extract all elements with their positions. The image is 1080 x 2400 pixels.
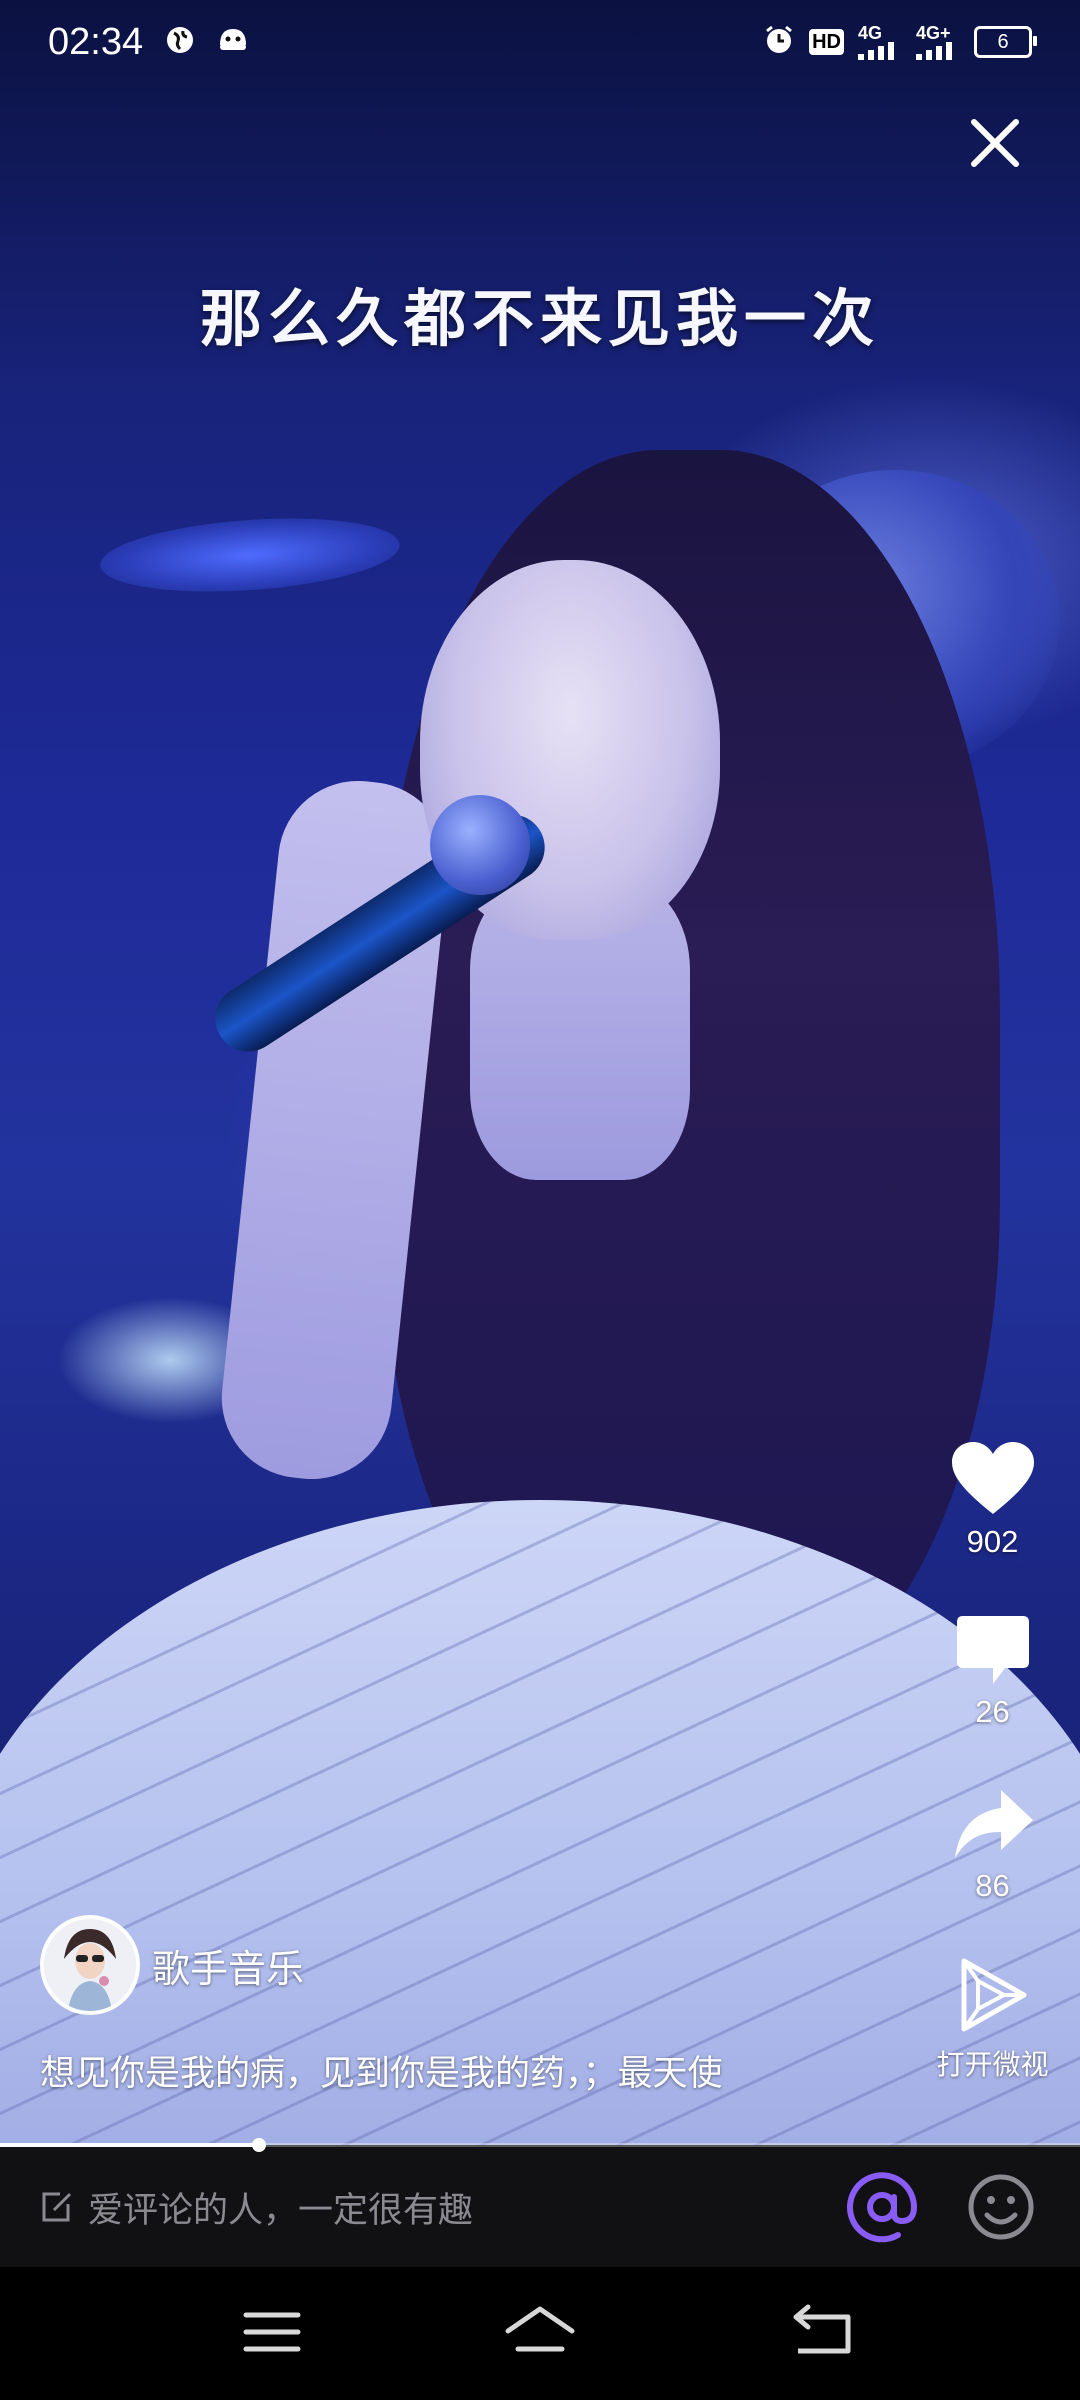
comment-button[interactable]: 26 [930,1612,1055,1730]
video-progress-fill [0,2143,260,2147]
network-label-1: 4G [858,23,883,43]
share-count: 86 [975,1868,1010,1903]
author-info: 歌手音乐 [40,1915,304,2015]
share-button[interactable]: 86 [930,1786,1055,1904]
menu-icon [243,2312,301,2352]
status-left: 02:34 [48,21,249,64]
comment-input[interactable]: 爱评论的人，一定很有趣 [40,2171,800,2243]
video-frame-cymbal [97,509,403,601]
network-label-2: 4G+ [916,23,951,43]
back-icon [793,2304,851,2354]
author-avatar[interactable] [40,1915,140,2015]
comment-count: 26 [975,1694,1010,1729]
battery-level: 6 [997,30,1009,53]
comment-bar: 爱评论的人，一定很有趣 [0,2147,1080,2267]
app-notification-icon [217,25,249,59]
alarm-icon [763,24,795,61]
network-indicator-1: 4G [858,24,902,60]
status-bar: 02:34 HD 4G 4G+ 6 [0,0,1080,84]
edit-icon [42,2192,72,2222]
video-progress-bar[interactable] [0,2138,1080,2152]
status-time: 02:34 [48,20,144,63]
avatar-portrait-icon [44,1919,136,2011]
smiley-icon [968,2174,1034,2240]
open-app-button[interactable]: 打开微视 [920,1955,1065,2083]
network-indicator-2: 4G+ [916,24,960,60]
emoji-button[interactable] [965,2167,1037,2247]
video-frame-microphone-head [430,795,530,895]
share-arrow-icon [954,1790,1033,1858]
video-player[interactable]: 那么久都不来见我一次 [0,0,1080,2145]
play-triangle-icon [961,1958,1026,2032]
like-button[interactable]: 902 [930,1438,1055,1560]
hd-badge: HD [809,29,844,55]
heart-icon [951,1442,1034,1514]
system-nav-bar [0,2267,1080,2400]
video-subtitle: 那么久都不来见我一次 [199,282,880,355]
nav-back-button[interactable] [784,2297,864,2367]
nav-home-button[interactable] [500,2297,580,2367]
app-screen: 那么久都不来见我一次 02:34 HD 4G 4G+ 6 902 26 86 打… [0,0,1080,2400]
globe-icon [165,25,195,59]
video-caption[interactable]: 想见你是我的病，见到你是我的药，；最天使 [40,2045,920,2096]
status-right: HD 4G 4G+ 6 [763,24,1037,61]
signal-bars-icon [916,42,952,60]
author-name[interactable]: 歌手音乐 [152,1938,304,1993]
comment-placeholder: 爱评论的人，一定很有趣 [88,2190,474,2231]
like-count: 902 [966,1524,1019,1559]
open-app-label: 打开微视 [936,2048,1049,2081]
signal-bars-icon [858,42,894,60]
at-sign-icon [847,2172,918,2243]
battery-icon: 6 [974,26,1037,58]
close-icon [971,119,1019,167]
nav-menu-button[interactable] [232,2297,312,2367]
mention-button[interactable] [842,2167,922,2247]
close-button[interactable] [960,108,1030,178]
home-icon [505,2306,575,2352]
comment-bubble-icon [956,1616,1029,1684]
